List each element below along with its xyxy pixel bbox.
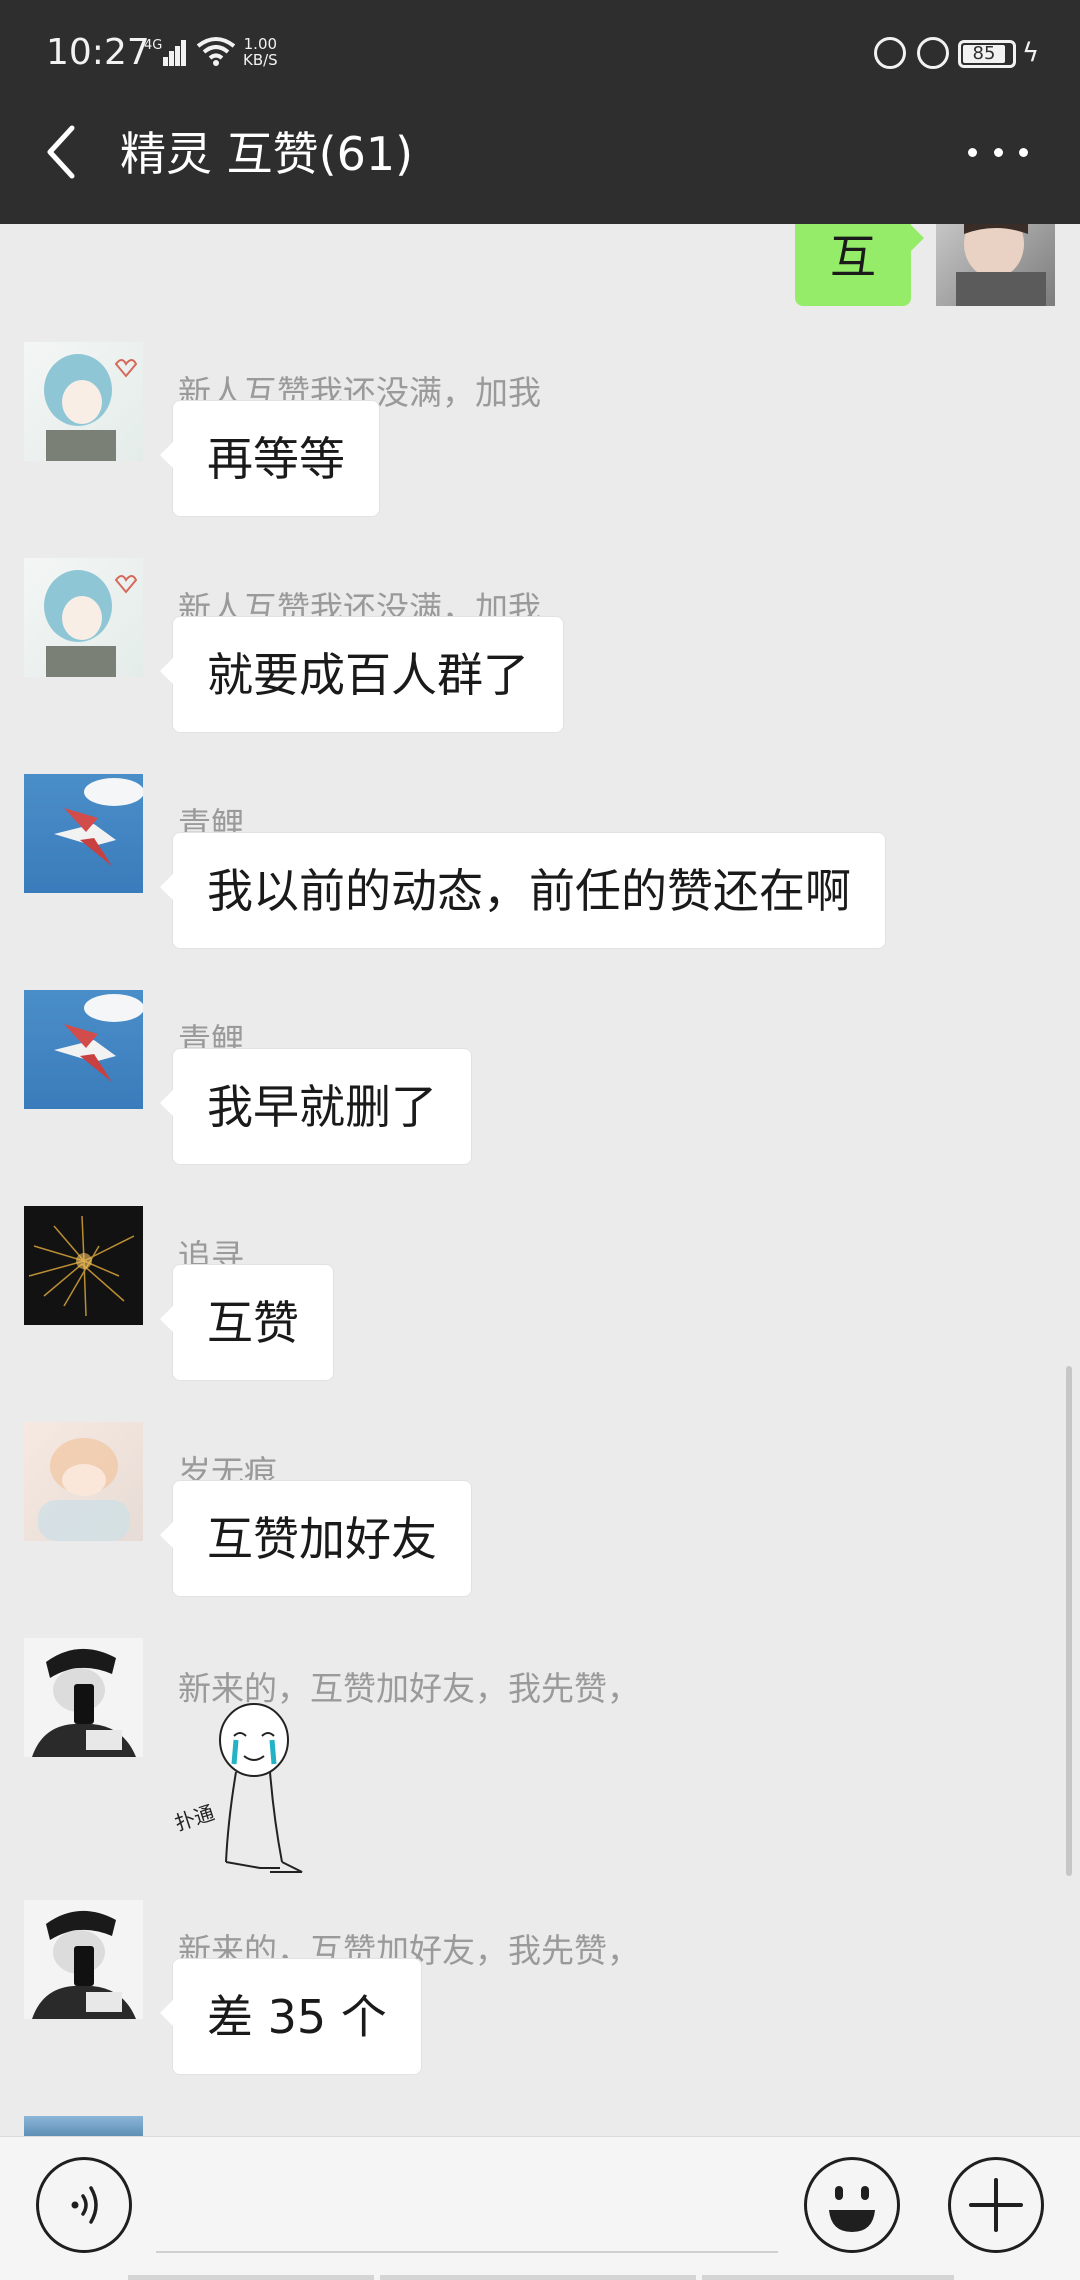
- more-functions-button[interactable]: [948, 2157, 1044, 2253]
- emoji-button[interactable]: [804, 2157, 900, 2253]
- sender-avatar[interactable]: [24, 1206, 143, 1325]
- network-type: 4G: [144, 38, 163, 53]
- signal-icon: [163, 40, 187, 66]
- nav-hint-center: [380, 2275, 696, 2280]
- emoji-icon: [829, 2186, 875, 2232]
- voice-icon: [71, 2186, 98, 2224]
- chat-screen: 10:27 4G 1.00 KB/S 85 ϟ 精灵 互赞(61) 互 新人互赞…: [0, 0, 1080, 2280]
- battery-level: 85: [963, 45, 1005, 63]
- network-speed: 1.00 KB/S: [243, 36, 278, 68]
- status-time: 10:27: [46, 32, 150, 73]
- lock-rotation-icon: [874, 37, 906, 69]
- message-bubble[interactable]: 再等等: [160, 400, 380, 517]
- message-bubble[interactable]: 互赞加好友: [160, 1480, 472, 1597]
- nav-hint-right: [702, 2275, 954, 2280]
- battery-icon: 85: [958, 40, 1016, 68]
- speed-unit: KB/S: [243, 51, 278, 69]
- wifi-icon: [196, 37, 236, 66]
- sender-avatar[interactable]: [24, 342, 143, 461]
- sender-avatar[interactable]: [24, 774, 143, 893]
- alarm-icon: [917, 37, 949, 69]
- message-bubble[interactable]: 就要成百人群了: [160, 616, 564, 733]
- sender-avatar[interactable]: [24, 1900, 143, 2019]
- my-message-bubble[interactable]: 互: [795, 224, 924, 306]
- back-arrow-icon[interactable]: [40, 120, 84, 184]
- message-input[interactable]: [156, 2251, 778, 2253]
- page-title: 精灵 互赞(61): [120, 127, 414, 181]
- message-bubble[interactable]: 差 35 个: [160, 1958, 422, 2075]
- scrollbar[interactable]: [1066, 1366, 1072, 1876]
- charging-icon: ϟ: [1022, 38, 1040, 68]
- sender-avatar[interactable]: [24, 558, 143, 677]
- speed-value: 1.00: [243, 35, 278, 53]
- message-list[interactable]: 互 新人互赞我还没满，加我 再等等 新人互赞我还没满，加我 就要成百人群了 青鲤…: [0, 224, 1080, 2136]
- message-bubble[interactable]: 互赞: [160, 1264, 334, 1381]
- sender-avatar[interactable]: [24, 990, 143, 1109]
- message-bubble[interactable]: 我早就删了: [160, 1048, 472, 1165]
- plus-icon: [969, 2178, 1023, 2232]
- message-bubble[interactable]: 我以前的动态，前任的赞还在啊: [160, 832, 886, 949]
- status-bar: 10:27 4G 1.00 KB/S 85 ϟ: [0, 0, 1080, 110]
- top-bar: 10:27 4G 1.00 KB/S 85 ϟ 精灵 互赞(61): [0, 0, 1080, 224]
- voice-input-button[interactable]: [36, 2157, 132, 2253]
- sender-avatar[interactable]: [24, 1638, 143, 1757]
- sticker-image[interactable]: 扑通: [170, 1700, 320, 1880]
- more-options-icon[interactable]: [968, 130, 1028, 174]
- nav-hint-left: [128, 2275, 374, 2280]
- input-bar: [0, 2136, 1080, 2280]
- sender-avatar[interactable]: [24, 2116, 143, 2136]
- my-avatar[interactable]: [936, 224, 1055, 306]
- sender-avatar[interactable]: [24, 1422, 143, 1541]
